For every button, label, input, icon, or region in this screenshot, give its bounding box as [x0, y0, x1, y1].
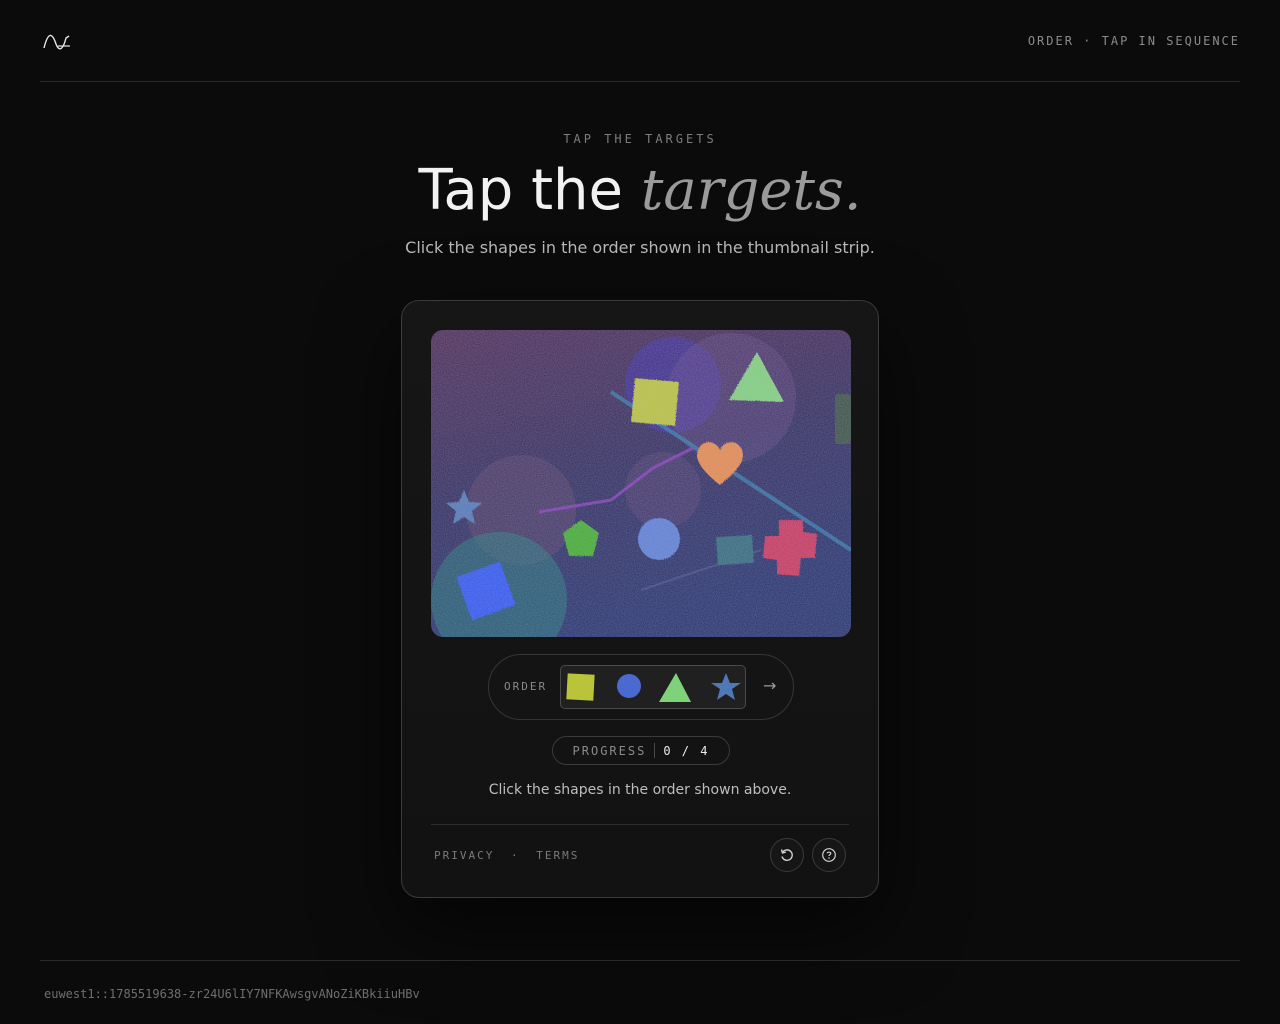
- thumb-square: [566, 673, 595, 701]
- arrow-right-icon[interactable]: →: [763, 676, 776, 695]
- link-separator: ·: [510, 849, 520, 862]
- thumb-star: [711, 673, 741, 700]
- footer-divider: [40, 960, 1240, 961]
- thumb-circle: [617, 674, 641, 698]
- order-label: ORDER: [504, 680, 548, 693]
- challenge-card: ORDER → PROGRESS 0 / 4 Click the shapes …: [401, 300, 879, 898]
- page-subtitle: Click the shapes in the order shown in t…: [405, 238, 875, 257]
- reload-button[interactable]: [770, 838, 804, 872]
- order-thumbnail-strip: [560, 665, 746, 709]
- terms-link[interactable]: TERMS: [536, 849, 579, 862]
- progress-separator: [654, 743, 656, 758]
- instruction-text: Click the shapes in the order shown abov…: [488, 782, 792, 798]
- help-button[interactable]: [812, 838, 846, 872]
- top-bar: ORDER · TAP IN SEQUENCE: [40, 0, 1240, 82]
- hero: TAP THE TARGETS Tap the targets. Click t…: [0, 132, 1280, 257]
- page-title: Tap the targets.: [0, 158, 1280, 224]
- title-accent: targets.: [640, 158, 862, 223]
- card-divider: [431, 824, 849, 825]
- progress-badge: PROGRESS 0 / 4: [552, 736, 730, 765]
- reload-icon: [780, 849, 793, 861]
- eyebrow: TAP THE TARGETS: [563, 132, 717, 146]
- progress-label: PROGRESS: [572, 743, 647, 758]
- footer-links: PRIVACY · TERMS: [434, 849, 579, 862]
- challenge-canvas[interactable]: [431, 330, 851, 637]
- scene-noise: [431, 330, 851, 637]
- order-thumbnails: [566, 673, 741, 702]
- header-meta: ORDER · TAP IN SEQUENCE: [1027, 33, 1240, 48]
- help-icon: [822, 848, 836, 862]
- request-id: euwest1::1785519638-zr24U6lIY7NFKAwsgvAN…: [44, 987, 420, 1001]
- thumb-triangle: [659, 673, 691, 702]
- order-strip-container: ORDER →: [488, 654, 794, 720]
- progress-value: 0 / 4: [663, 743, 710, 758]
- privacy-link[interactable]: PRIVACY: [434, 849, 494, 862]
- title-main: Tap the: [418, 158, 623, 223]
- wave-logo-icon: [43, 34, 70, 49]
- challenge-scene[interactable]: [431, 330, 851, 637]
